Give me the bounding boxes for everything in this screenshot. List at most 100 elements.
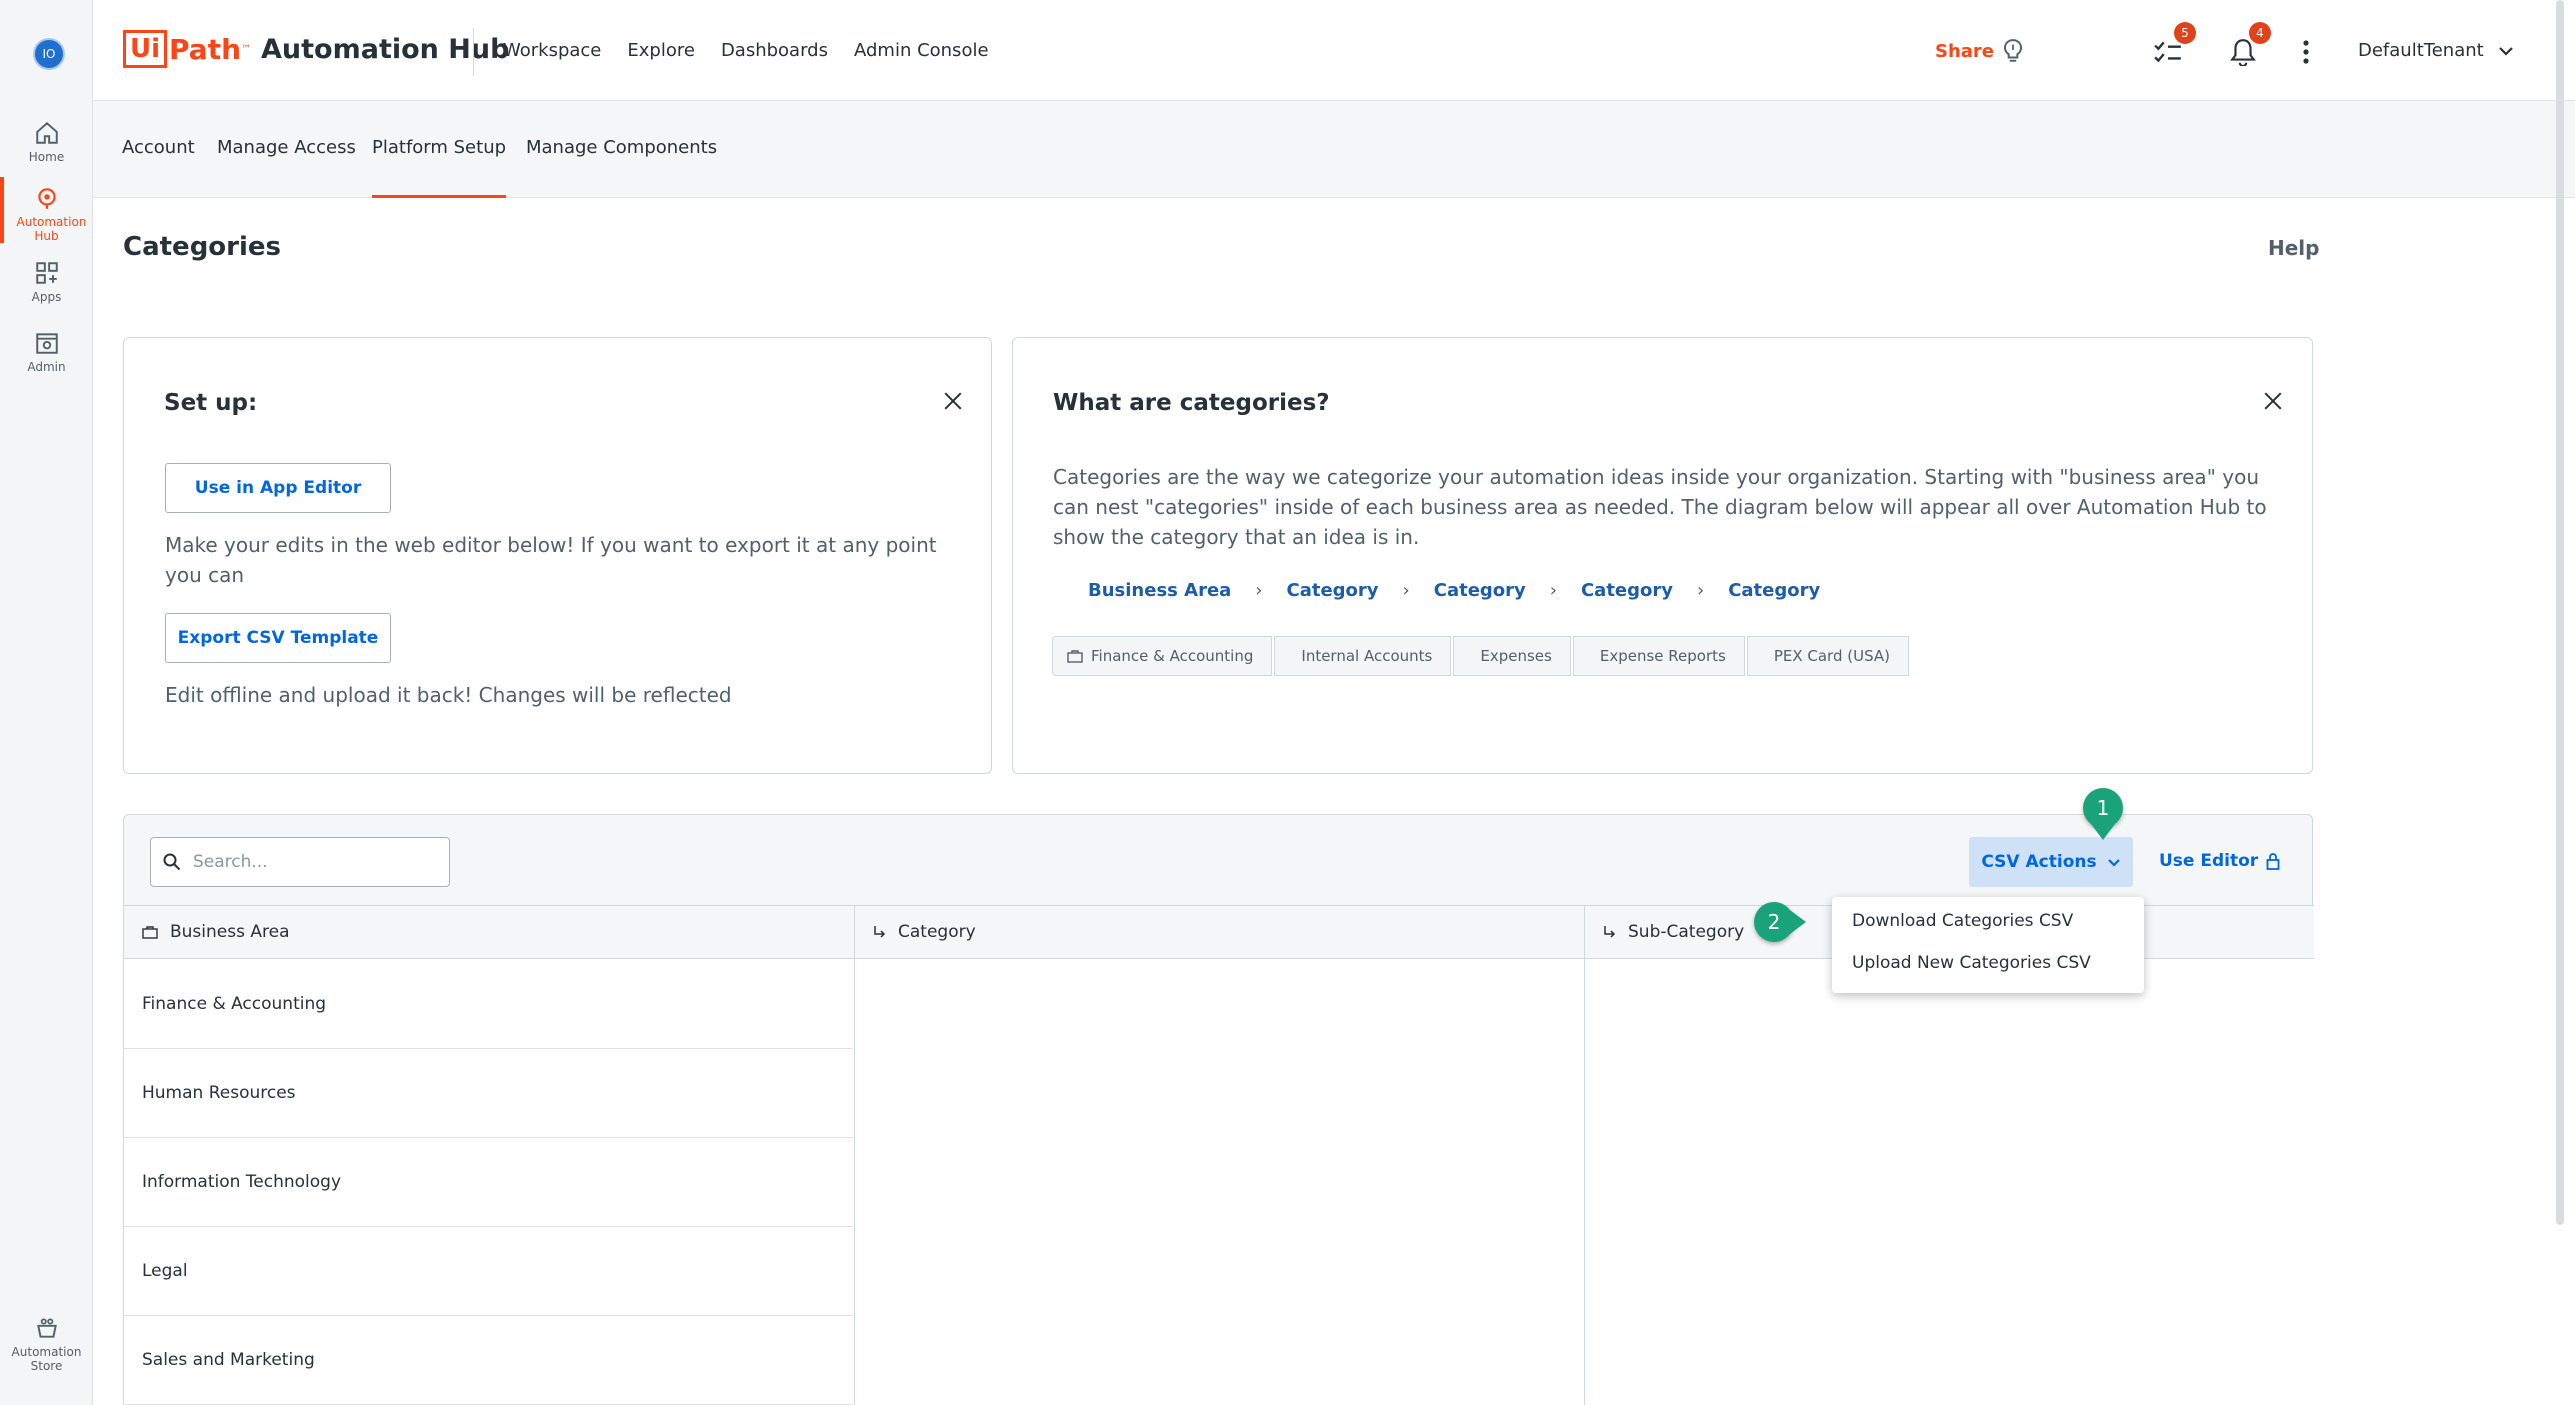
step-callout-1: 1 xyxy=(2083,788,2123,828)
subdirectory-arrow-icon xyxy=(874,926,886,938)
close-info-card-icon[interactable] xyxy=(2262,390,2284,412)
column-divider xyxy=(1584,905,1585,1405)
search-placeholder: Search... xyxy=(193,852,268,872)
column-header-category: Category xyxy=(854,905,1584,959)
setup-card-title: Set up: xyxy=(164,390,258,416)
logo-ui: Ui xyxy=(123,30,168,68)
bell-icon xyxy=(2230,39,2256,66)
search-input[interactable]: Search... xyxy=(150,837,450,887)
business-area-row[interactable]: Human Resources xyxy=(124,1049,853,1138)
nav-dashboards[interactable]: Dashboards xyxy=(721,40,828,61)
chip-category: PEX Card (USA) xyxy=(1746,636,1909,676)
tab-account[interactable]: Account xyxy=(122,137,195,158)
column-divider xyxy=(854,905,855,1405)
nav-admin-console[interactable]: Admin Console xyxy=(854,40,989,61)
categories-info-card: What are categories? Categories are the … xyxy=(1012,337,2313,774)
nav-explore[interactable]: Explore xyxy=(627,40,695,61)
briefcase-icon xyxy=(142,926,158,939)
callout-pointer xyxy=(2091,824,2115,840)
admin-subtabs: Account Manage Access Platform Setup Man… xyxy=(93,101,2575,198)
logo-trademark: ™ xyxy=(241,43,252,55)
rail-item-admin[interactable]: Admin xyxy=(0,330,93,374)
crumb-business-area: Business Area xyxy=(1088,580,1232,601)
rail-item-label: Admin xyxy=(27,360,66,374)
share-label: Share xyxy=(1935,40,1995,62)
use-editor-label: Use Editor xyxy=(2159,851,2259,871)
crumb-category: Category xyxy=(1580,580,1673,601)
step-callout-2: 2 xyxy=(1754,902,1794,942)
crumb-category: Category xyxy=(1286,580,1379,601)
tasks-button[interactable]: 5 xyxy=(2152,22,2196,68)
chevron-right-icon: › xyxy=(1255,580,1263,601)
search-icon xyxy=(163,853,181,871)
rail-item-automation-hub[interactable]: Automation Hub xyxy=(0,177,93,243)
automation-store-icon xyxy=(36,1318,57,1338)
business-area-row[interactable]: Information Technology xyxy=(124,1138,853,1227)
help-link[interactable]: Help xyxy=(2268,236,2319,260)
lightbulb-icon xyxy=(2004,39,2022,62)
chevron-right-icon: › xyxy=(1697,580,1705,601)
chevron-down-icon xyxy=(2498,46,2513,56)
uipath-logo[interactable]: Ui Path ™ Automation Hub xyxy=(123,30,509,68)
notifications-badge: 4 xyxy=(2249,22,2271,44)
page-scrollbar[interactable] xyxy=(2556,0,2564,1225)
left-rail: IO Home Automation Hub Apps Admin Automa… xyxy=(0,0,93,1405)
user-avatar[interactable]: IO xyxy=(33,38,65,70)
header-divider xyxy=(473,28,474,76)
close-setup-card-icon[interactable] xyxy=(942,390,964,412)
rail-item-apps[interactable]: Apps xyxy=(0,260,93,304)
share-button[interactable]: Share xyxy=(1935,38,2024,64)
chevron-down-icon xyxy=(2107,858,2120,867)
top-bar: Ui Path ™ Automation Hub Workspace Explo… xyxy=(93,0,2575,101)
category-chips-example: Finance & Accounting Internal Accounts E… xyxy=(1052,636,1911,676)
notifications-button[interactable]: 4 xyxy=(2227,22,2271,68)
lock-icon xyxy=(2266,853,2280,870)
category-breadcrumb-diagram: Business Area › Category › Category › Ca… xyxy=(1088,580,1820,601)
rail-item-home[interactable]: Home xyxy=(0,120,93,164)
automation-hub-icon xyxy=(37,188,56,209)
tasks-checklist-icon xyxy=(2154,41,2181,63)
business-area-row[interactable]: Finance & Accounting xyxy=(124,960,853,1049)
crumb-category: Category xyxy=(1433,580,1526,601)
tenant-selector[interactable]: DefaultTenant xyxy=(2358,40,2514,61)
setup-offline-text: Edit offline and upload it back! Changes… xyxy=(165,683,732,707)
tab-manage-access[interactable]: Manage Access xyxy=(217,137,356,158)
use-editor-button[interactable]: Use Editor xyxy=(2159,851,2280,871)
chevron-right-icon: › xyxy=(1402,580,1410,601)
export-csv-template-button[interactable]: Export CSV Template xyxy=(165,613,391,663)
home-icon xyxy=(35,121,58,144)
chip-category: Internal Accounts xyxy=(1274,636,1452,676)
top-nav: Workspace Explore Dashboards Admin Conso… xyxy=(503,40,989,61)
setup-edit-text: Make your edits in the web editor below!… xyxy=(165,533,937,587)
business-area-row[interactable]: Legal xyxy=(124,1227,853,1316)
rail-item-label: Apps xyxy=(31,290,62,304)
admin-icon xyxy=(35,333,58,354)
rail-item-label: Automation Store xyxy=(11,1345,82,1373)
info-card-title: What are categories? xyxy=(1053,390,1330,416)
use-in-app-editor-button[interactable]: Use in App Editor xyxy=(165,463,391,513)
logo-path: Path xyxy=(169,32,242,66)
more-options-button[interactable] xyxy=(2290,36,2322,68)
rail-item-label: Home xyxy=(28,150,65,164)
apps-icon xyxy=(35,262,58,284)
chip-category: Expenses xyxy=(1453,636,1571,676)
subdirectory-arrow-icon xyxy=(1604,926,1616,938)
rail-item-automation-store[interactable]: Automation Store xyxy=(0,1315,93,1373)
download-categories-csv-item[interactable]: Download Categories CSV xyxy=(1852,911,2073,931)
tab-manage-components[interactable]: Manage Components xyxy=(526,137,717,158)
upload-new-categories-csv-item[interactable]: Upload New Categories CSV xyxy=(1852,953,2091,973)
callout-pointer xyxy=(1790,910,1806,934)
rail-item-label: Automation Hub xyxy=(16,215,87,243)
crumb-category: Category xyxy=(1728,580,1821,601)
chip-category: Expense Reports xyxy=(1572,636,1745,676)
tasks-badge: 5 xyxy=(2174,22,2196,44)
briefcase-icon xyxy=(1067,650,1083,663)
setup-card: Set up: Use in App Editor Make your edit… xyxy=(123,337,992,774)
csv-actions-menu: Download Categories CSV Upload New Categ… xyxy=(1832,897,2144,993)
csv-actions-button[interactable]: CSV Actions xyxy=(1969,837,2133,887)
tenant-name: DefaultTenant xyxy=(2358,40,2484,61)
business-area-row[interactable]: Sales and Marketing xyxy=(124,1316,853,1405)
nav-workspace[interactable]: Workspace xyxy=(503,40,601,61)
tab-platform-setup[interactable]: Platform Setup xyxy=(372,137,507,198)
csv-actions-label: CSV Actions xyxy=(1981,852,2097,872)
